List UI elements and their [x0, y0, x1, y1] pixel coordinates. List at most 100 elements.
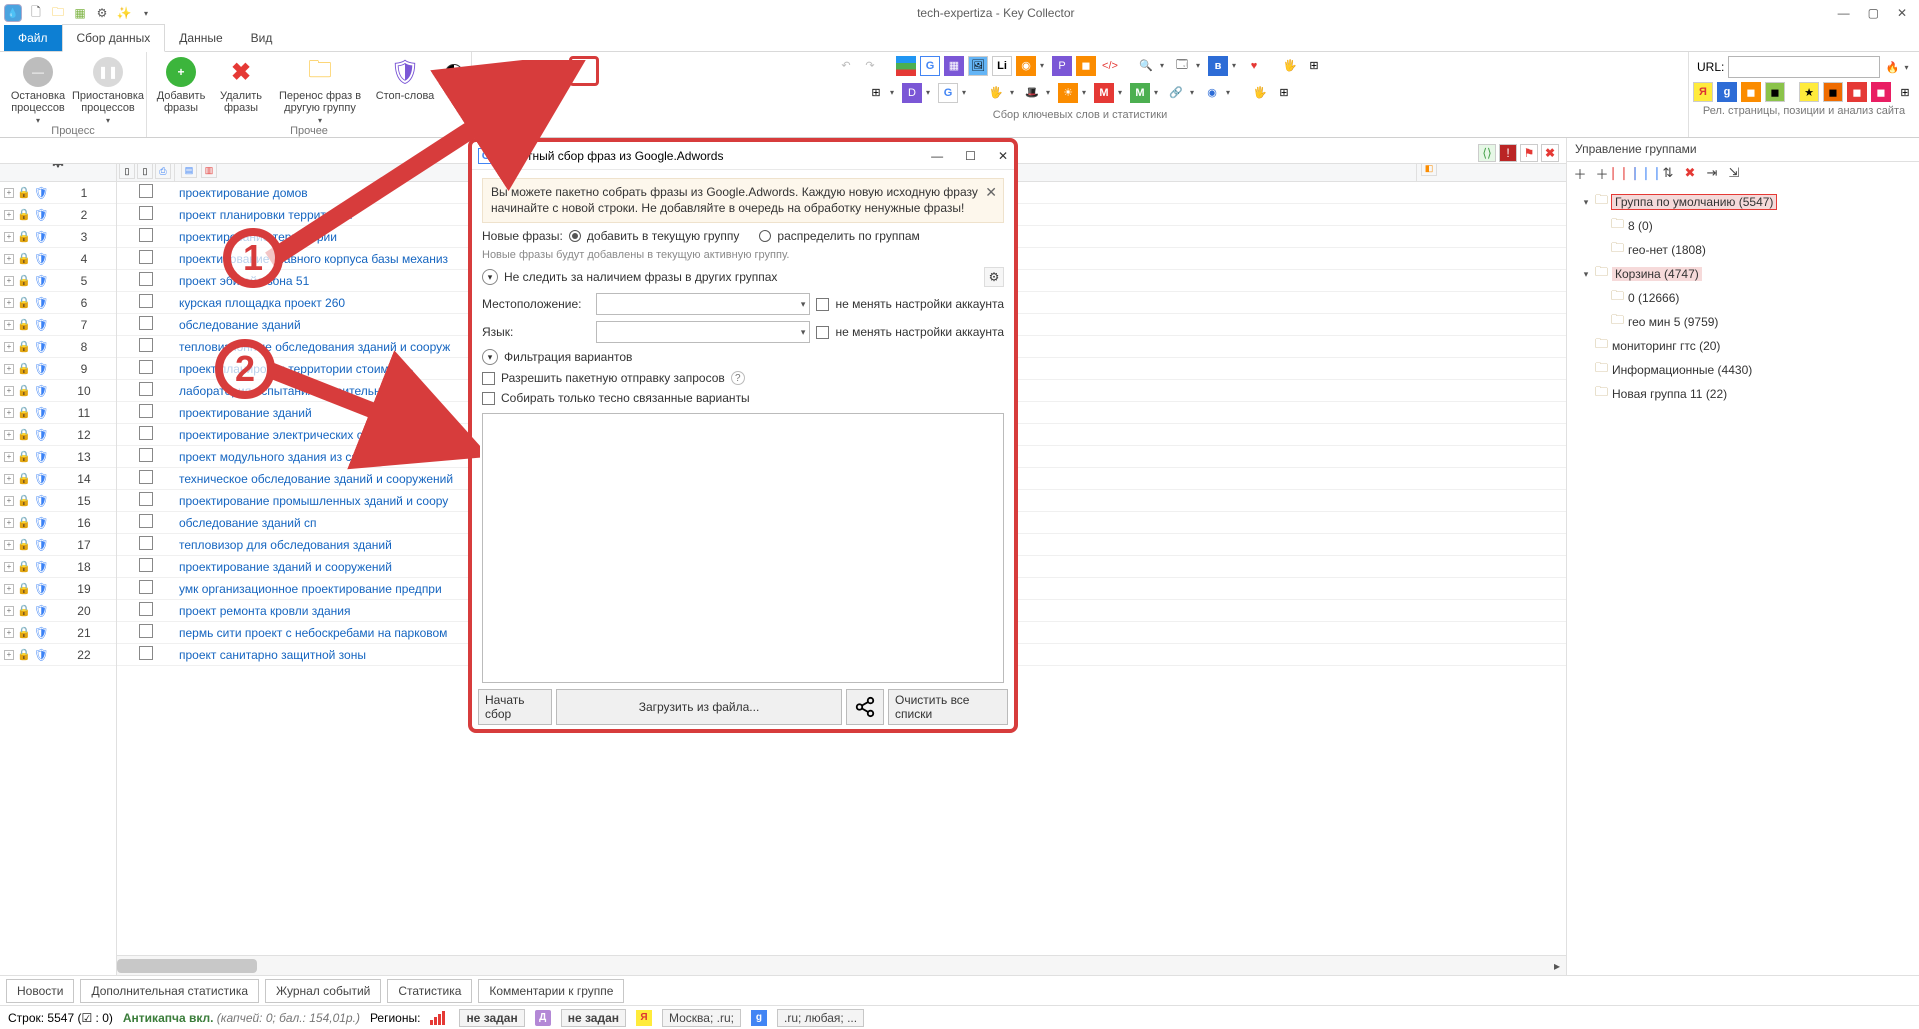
action-warn-icon[interactable]: !: [1499, 144, 1517, 162]
tool-redo-icon[interactable]: ↷: [860, 56, 880, 76]
expand-icon[interactable]: +: [4, 496, 14, 506]
hint-close-icon[interactable]: ✕: [985, 183, 997, 201]
tab-log[interactable]: Журнал событий: [265, 979, 381, 1003]
start-collect-button[interactable]: Начать сбор: [478, 689, 552, 725]
mini-3-icon[interactable]: ◼: [1741, 82, 1761, 102]
menu-data-collection[interactable]: Сбор данных: [62, 24, 166, 52]
expand-icon[interactable]: +: [4, 364, 14, 374]
phrase-cell[interactable]: проектирование электрических сетей: [175, 428, 388, 442]
tool-grid-icon[interactable]: ⊞: [1304, 56, 1324, 76]
row-checkbox[interactable]: [139, 316, 153, 330]
horizontal-scrollbar[interactable]: ◂ ▸: [117, 955, 1566, 975]
action-del-icon[interactable]: ✖: [1541, 144, 1559, 162]
tool-search-icon[interactable]: 🔍: [1136, 56, 1156, 76]
region-nz-1[interactable]: не задан: [459, 1009, 524, 1027]
tree-item[interactable]: 🗀8 (0): [1571, 214, 1915, 238]
expand-icon[interactable]: +: [4, 628, 14, 638]
phrase-cell[interactable]: проект планировки территории стоимость: [175, 362, 413, 376]
load-file-button[interactable]: Загрузить из файла...: [556, 689, 842, 725]
tool-m-icon[interactable]: M: [1094, 83, 1114, 103]
tab-extra-stats[interactable]: Дополнительная статистика: [80, 979, 259, 1003]
dialog-minimize[interactable]: —: [931, 149, 943, 163]
grp-x-icon[interactable]: ✖: [1681, 164, 1699, 182]
expand-icon[interactable]: +: [4, 298, 14, 308]
grp-in-icon[interactable]: ⇥: [1703, 164, 1721, 182]
row-checkbox[interactable]: [139, 558, 153, 572]
phrases-textarea[interactable]: [482, 413, 1004, 683]
row-checkbox[interactable]: [139, 602, 153, 616]
phrase-cell[interactable]: курская площадка проект 260: [175, 296, 345, 310]
stop-processes-button[interactable]: — Остановка процессов ▾: [8, 56, 68, 125]
row-checkbox[interactable]: [139, 294, 153, 308]
tool-violet-icon[interactable]: ▦: [944, 56, 964, 76]
wand-icon[interactable]: ✨: [116, 5, 132, 21]
contrast-icon[interactable]: [445, 64, 463, 82]
tool-sun-icon[interactable]: ☀: [1058, 83, 1078, 103]
row-checkbox[interactable]: [139, 338, 153, 352]
phrase-cell[interactable]: проектирование зданий и сооружений: [175, 560, 392, 574]
phrase-cell[interactable]: проект эбигейл зона 51: [175, 274, 309, 288]
row-checkbox[interactable]: [139, 514, 153, 528]
radio-add-current[interactable]: [569, 230, 581, 242]
row-checkbox[interactable]: [139, 448, 153, 462]
save-icon[interactable]: ▦: [72, 5, 88, 21]
ya-icon[interactable]: Я: [1693, 82, 1713, 102]
mini-4-icon[interactable]: ◼: [1765, 82, 1785, 102]
row-checkbox[interactable]: [139, 470, 153, 484]
tool-pic-icon[interactable]: 🖼: [968, 56, 988, 76]
tool-vk-icon[interactable]: в: [1208, 56, 1228, 76]
col-tool2-icon[interactable]: ▥: [201, 162, 217, 178]
phrase-cell[interactable]: проектирование зданий: [175, 406, 312, 420]
expand-icon[interactable]: +: [4, 430, 14, 440]
close-variants-checkbox[interactable]: [482, 392, 495, 405]
tool-bars-icon[interactable]: [896, 56, 916, 76]
row-checkbox[interactable]: [139, 382, 153, 396]
expand-icon[interactable]: +: [4, 188, 14, 198]
row-checkbox[interactable]: [139, 646, 153, 660]
row-checkbox[interactable]: [139, 492, 153, 506]
url-input[interactable]: [1728, 56, 1880, 78]
expand-icon[interactable]: +: [4, 254, 14, 264]
move-phrases-button[interactable]: 🗀 Перенос фраз в другую группу ▾: [275, 56, 365, 125]
row-checkbox[interactable]: [139, 184, 153, 198]
tool-m2-icon[interactable]: M: [1130, 83, 1150, 103]
tree-item[interactable]: ▾🗀Корзина (4747): [1571, 262, 1915, 286]
mini-7-icon[interactable]: ◼: [1847, 82, 1867, 102]
menu-view[interactable]: Вид: [237, 25, 287, 51]
tab-stats[interactable]: Статистика: [387, 979, 472, 1003]
phrase-cell[interactable]: проект модульного здания из сэндвич пане…: [175, 450, 440, 464]
tree-item[interactable]: 🗀Информационные (4430): [1571, 358, 1915, 382]
phrase-cell[interactable]: умк организационное проектирование предп…: [175, 582, 442, 596]
phrase-cell[interactable]: тепловизор для обследования зданий: [175, 538, 392, 552]
tool-hat-icon[interactable]: 🎩: [1022, 83, 1042, 103]
col-tool1-icon[interactable]: ▤: [181, 162, 197, 178]
mini-5-icon[interactable]: ★: [1799, 82, 1819, 102]
track-chevron-icon[interactable]: ▾: [482, 269, 498, 285]
phrase-cell[interactable]: проект планировки территории: [175, 208, 352, 222]
phrase-cell[interactable]: проект санитарно защитной зоны: [175, 648, 366, 662]
tree-item[interactable]: 🗀Новая группа 11 (22): [1571, 382, 1915, 406]
stop-words-button[interactable]: 🛡 Стоп-слова: [375, 56, 435, 125]
expand-icon[interactable]: +: [4, 386, 14, 396]
phrase-cell[interactable]: проект ремонта кровли здания: [175, 604, 350, 618]
row-checkbox[interactable]: [139, 250, 153, 264]
tab-comments[interactable]: Комментарии к группе: [478, 979, 624, 1003]
location-combo[interactable]: ▾: [596, 293, 810, 315]
qat-more-icon[interactable]: ▾: [138, 5, 154, 21]
tool-dot-icon[interactable]: ◉: [1202, 83, 1222, 103]
tool-p-icon[interactable]: P: [1052, 56, 1072, 76]
close-button[interactable]: ✕: [1897, 6, 1907, 20]
lang-keep-checkbox[interactable]: [816, 326, 829, 339]
expand-icon[interactable]: +: [4, 452, 14, 462]
phrase-cell[interactable]: проектирование домов: [175, 186, 308, 200]
clear-lists-button[interactable]: Очистить все списки: [888, 689, 1008, 725]
mini-9-icon[interactable]: ⊞: [1895, 82, 1915, 102]
expand-icon[interactable]: +: [4, 408, 14, 418]
tool-adwords-icon[interactable]: G: [920, 56, 940, 76]
phrase-cell[interactable]: проектирование главного корпуса базы мех…: [175, 252, 448, 266]
phrase-cell[interactable]: пермь сити проект с небоскребами на парк…: [175, 626, 447, 640]
tool-hand3-icon[interactable]: 🖐: [1250, 83, 1270, 103]
expand-icon[interactable]: +: [4, 518, 14, 528]
g-small-icon[interactable]: g: [1717, 82, 1737, 102]
row-checkbox[interactable]: [139, 426, 153, 440]
